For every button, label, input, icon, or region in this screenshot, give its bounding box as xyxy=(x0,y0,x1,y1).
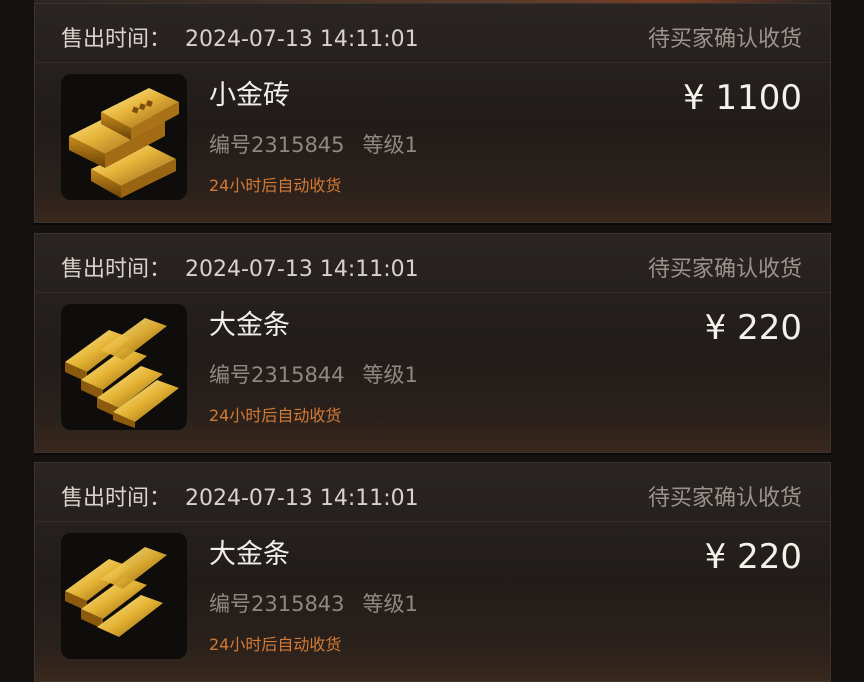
sale-time-label: 售出时间： xyxy=(61,486,172,511)
order-status: 待买家确认收货 xyxy=(647,257,802,282)
item-price: ¥ 1100 xyxy=(683,78,802,118)
item-id: 编号2315845 xyxy=(209,133,345,157)
item-level: 等级1 xyxy=(362,363,418,387)
gold-bar-icon xyxy=(61,304,187,430)
auto-receive-notice: 24小时后自动收货 xyxy=(209,635,342,654)
order-card[interactable]: 售出时间： 2024-07-13 14:11:01 待买家确认收货 xyxy=(34,233,831,453)
auto-receive-notice: 24小时后自动收货 xyxy=(209,406,342,425)
item-name[interactable]: 小金砖 xyxy=(209,80,290,112)
order-status: 待买家确认收货 xyxy=(647,27,802,52)
item-name[interactable]: 大金条 xyxy=(209,310,290,342)
sale-time-label: 售出时间： xyxy=(61,257,172,282)
order-status: 待买家确认收货 xyxy=(647,486,802,511)
item-id: 编号2315844 xyxy=(209,363,345,387)
item-level: 等级1 xyxy=(362,592,418,616)
order-card[interactable]: 售出时间： 2024-07-13 14:11:01 待买家确认收货 xyxy=(34,462,831,682)
item-id: 编号2315843 xyxy=(209,592,345,616)
sale-time-value: 2024-07-13 14:11:01 xyxy=(185,257,419,282)
order-card[interactable]: 售出时间： 2024-07-13 14:11:01 待买家确认收货 xyxy=(34,3,831,223)
sale-time-value: 2024-07-13 14:11:01 xyxy=(185,486,419,511)
item-price: ¥ 220 xyxy=(704,308,802,348)
sale-time-label: 售出时间： xyxy=(61,27,172,52)
item-level: 等级1 xyxy=(362,133,418,157)
order-header: 售出时间： 2024-07-13 14:11:01 待买家确认收货 xyxy=(35,4,830,63)
sale-time-value: 2024-07-13 14:11:01 xyxy=(185,27,419,52)
item-meta: 编号2315845 等级1 xyxy=(209,132,418,158)
item-meta: 编号2315844 等级1 xyxy=(209,362,418,388)
order-header: 售出时间： 2024-07-13 14:11:01 待买家确认收货 xyxy=(35,234,830,293)
sold-orders-list: 售出时间： 2024-07-13 14:11:01 待买家确认收货 ◆◆◆ 小金… xyxy=(0,0,864,682)
order-header: 售出时间： 2024-07-13 14:11:01 待买家确认收货 xyxy=(35,463,830,522)
item-price: ¥ 220 xyxy=(704,537,802,577)
gold-bar-icon xyxy=(61,533,187,659)
item-name[interactable]: 大金条 xyxy=(209,539,290,571)
gold-brick-icon: ◆◆◆ xyxy=(61,74,187,200)
auto-receive-notice: 24小时后自动收货 xyxy=(209,176,342,195)
item-meta: 编号2315843 等级1 xyxy=(209,591,418,617)
